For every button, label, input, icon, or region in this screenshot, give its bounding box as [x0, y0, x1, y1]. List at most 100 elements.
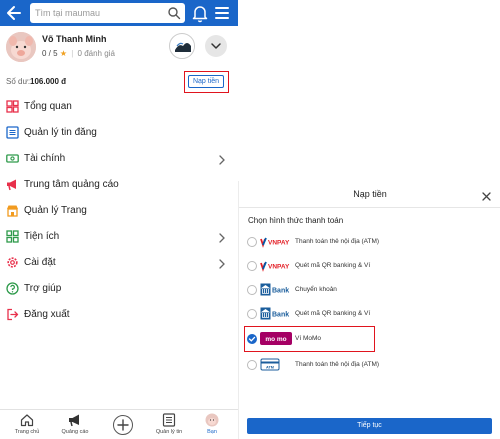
tab-ads[interactable]: Quảng cáo	[51, 410, 99, 439]
bank-logo-icon: Bank	[260, 307, 292, 320]
bank-logo-icon: Bank	[260, 283, 292, 296]
chevron-right-icon	[218, 153, 226, 165]
help-icon	[6, 282, 19, 295]
payment-option-label: Ví MoMo	[295, 335, 322, 342]
search-input[interactable]	[35, 6, 160, 20]
svg-text:mo mo: mo mo	[265, 336, 286, 343]
menu-item-label: Quản lý tin đăng	[24, 127, 97, 138]
store-icon	[6, 204, 19, 217]
menu-item-settings[interactable]: Cài đặt	[0, 250, 238, 276]
dashboard-icon	[6, 100, 19, 113]
continue-button[interactable]: Tiếp tục	[247, 418, 492, 434]
main-menu: Tổng quan Quản lý tin đăng Tài chính Tru…	[0, 94, 238, 328]
menu-item-help[interactable]: Trợ giúp	[0, 276, 238, 302]
back-arrow-icon[interactable]	[5, 3, 23, 23]
vnpay-logo-icon: VNPAY	[260, 259, 292, 272]
menu-item-logout[interactable]: Đăng xuất	[0, 302, 238, 328]
balance-label: Số dư:	[6, 77, 31, 86]
close-icon[interactable]	[481, 189, 492, 201]
megaphone-icon	[68, 413, 82, 427]
menu-item-utilities[interactable]: Tiện ích	[0, 224, 238, 250]
balance-row: Số dư: 106.000 đ Nạp tiền	[0, 70, 238, 94]
svg-text:VNPAY: VNPAY	[268, 240, 290, 247]
payment-option-momo[interactable]: mo mo Ví MoMo	[239, 329, 500, 349]
menu-item-ad-center[interactable]: Trung tâm quảng cáo	[0, 172, 238, 198]
chevron-down-icon	[211, 43, 221, 49]
review-count: 0 đánh giá	[77, 49, 115, 58]
radio-button[interactable]	[247, 360, 257, 370]
topup-button[interactable]: Nạp tiền	[188, 75, 224, 88]
avatar[interactable]	[6, 32, 36, 62]
menu-item-label: Đăng xuất	[24, 309, 70, 320]
payment-option-bank-qr[interactable]: Bank Quét mã QR banking & Ví	[239, 304, 500, 324]
menu-item-finance[interactable]: Tài chính	[0, 146, 238, 172]
tab-home[interactable]: Trang chủ	[3, 410, 51, 439]
expand-profile-button[interactable]	[205, 35, 227, 57]
payment-option-label: Thanh toán thẻ nội địa (ATM)	[295, 361, 380, 368]
topup-highlight: Nạp tiền	[184, 71, 229, 93]
tab-label: Bạn	[207, 429, 217, 435]
chevron-right-icon	[218, 257, 226, 269]
radio-button-checked[interactable]	[247, 334, 257, 344]
vnpay-logo-icon: VNPAY	[260, 235, 292, 248]
payment-option-label: Chuyển khoản	[295, 286, 337, 293]
menu-item-label: Tổng quan	[24, 101, 72, 112]
store-logo-icon[interactable]	[169, 33, 195, 59]
tab-you[interactable]: Bạn	[188, 410, 236, 439]
gear-icon	[6, 256, 19, 269]
momo-logo-icon: mo mo	[260, 332, 292, 345]
svg-text:Bank: Bank	[272, 288, 289, 295]
tab-label: Quảng cáo	[61, 429, 89, 435]
payment-option-vnpay-qr[interactable]: VNPAY Quét mã QR banking & Ví	[239, 256, 500, 276]
radio-button[interactable]	[247, 285, 257, 295]
bottom-nav: Trang chủ Quảng cáo Quản lý tin Bạn	[0, 409, 238, 439]
payment-option-label: Thanh toán thẻ nội địa (ATM)	[295, 238, 380, 245]
menu-item-manage-page[interactable]: Quản lý Trang	[0, 198, 238, 224]
tab-manage-listings[interactable]: Quản lý tin	[145, 410, 193, 439]
menu-item-label: Trung tâm quảng cáo	[24, 179, 119, 190]
menu-item-overview[interactable]: Tổng quan	[0, 94, 238, 120]
profile-rating: 0 / 5 ★ | 0 đánh giá	[42, 49, 115, 58]
rating-divider: |	[71, 49, 74, 58]
radio-button[interactable]	[247, 237, 257, 247]
star-icon: ★	[59, 49, 67, 58]
avatar-icon	[205, 413, 219, 427]
balance-value: 106.000 đ	[30, 77, 67, 86]
app-menu-screen: Võ Thanh Minh 0 / 5 ★ | 0 đánh giá Số dư…	[0, 0, 238, 439]
search-box[interactable]	[30, 3, 185, 23]
radio-button[interactable]	[247, 309, 257, 319]
top-bar	[0, 0, 238, 26]
menu-item-label: Cài đặt	[24, 257, 56, 268]
profile-section: Võ Thanh Minh 0 / 5 ★ | 0 đánh giá	[0, 26, 238, 70]
svg-text:ATM: ATM	[266, 366, 274, 370]
payment-option-label: Quét mã QR banking & Ví	[295, 310, 371, 317]
menu-item-label: Quản lý Trang	[24, 205, 87, 216]
money-icon	[6, 152, 19, 165]
chevron-right-icon	[218, 231, 226, 243]
megaphone-icon	[6, 178, 19, 191]
svg-text:VNPAY: VNPAY	[268, 264, 290, 271]
post-new-button[interactable]	[113, 415, 133, 435]
list-icon	[6, 126, 19, 139]
tab-label: Quản lý tin	[155, 429, 183, 435]
svg-text:Bank: Bank	[272, 312, 289, 319]
list-icon	[162, 413, 176, 427]
hamburger-menu-icon[interactable]	[214, 4, 230, 22]
menu-item-label: Tài chính	[24, 153, 66, 164]
bell-icon[interactable]	[192, 3, 208, 23]
modal-header: Nạp tiền	[239, 181, 500, 208]
atm-card-icon: ATM	[260, 358, 292, 371]
home-icon	[20, 413, 34, 427]
payment-method-heading: Chọn hình thức thanh toán	[248, 216, 344, 225]
payment-option-vnpay-atm[interactable]: VNPAY Thanh toán thẻ nội địa (ATM)	[239, 232, 500, 252]
profile-name: Võ Thanh Minh	[42, 34, 107, 44]
menu-item-manage-listings[interactable]: Quản lý tin đăng	[0, 120, 238, 146]
tab-label: Trang chủ	[14, 429, 40, 435]
grid-icon	[6, 230, 19, 243]
payment-option-label: Quét mã QR banking & Ví	[295, 262, 371, 269]
menu-item-label: Tiện ích	[24, 231, 60, 242]
search-icon[interactable]	[167, 6, 181, 20]
payment-option-bank-transfer[interactable]: Bank Chuyển khoản	[239, 280, 500, 300]
radio-button[interactable]	[247, 261, 257, 271]
payment-option-atm[interactable]: ATM Thanh toán thẻ nội địa (ATM)	[239, 355, 500, 375]
